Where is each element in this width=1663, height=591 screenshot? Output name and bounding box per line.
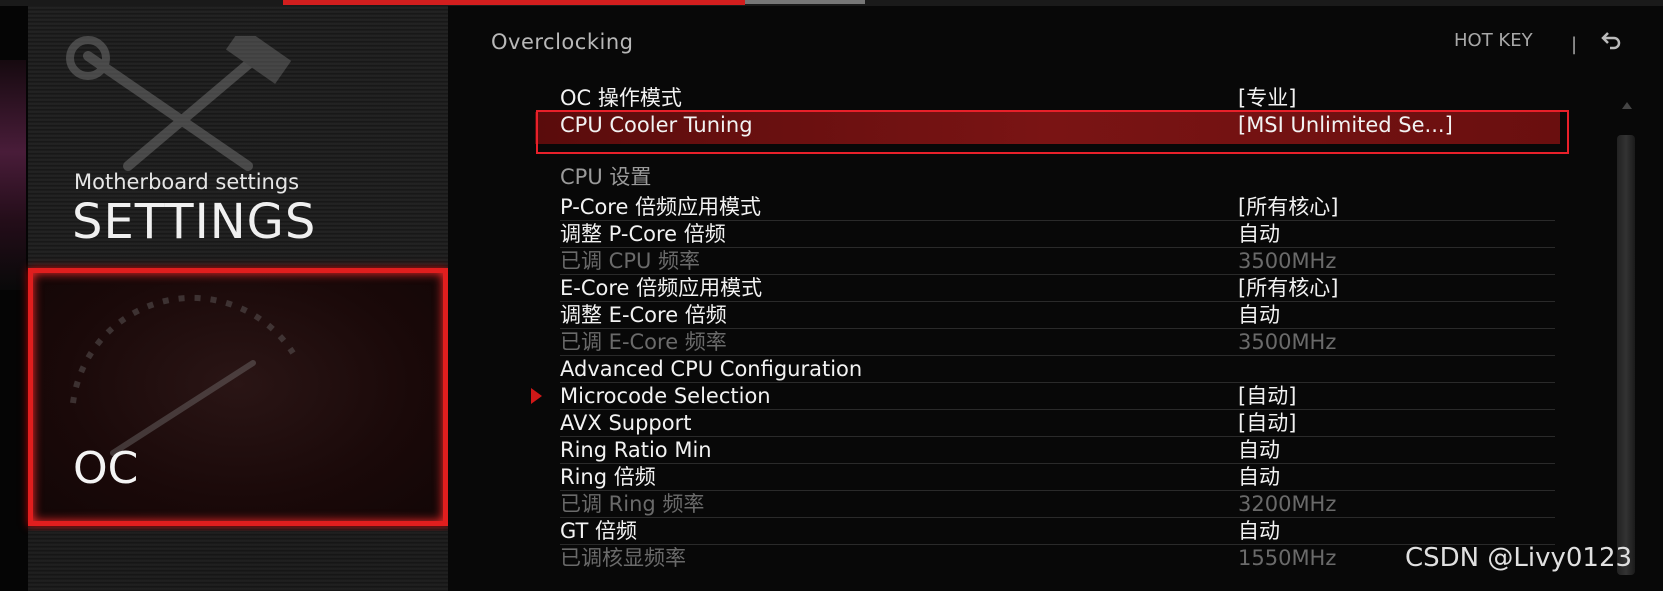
setting-value: 3500MHz [1238,330,1337,354]
setting-label: Advanced CPU Configuration [560,357,863,381]
settings-row[interactable]: GT 倍频 自动 [555,517,1555,545]
setting-label: 调整 E-Core 倍频 [560,303,727,327]
setting-value[interactable]: [专业] [1238,84,1296,112]
tools-icon [66,36,292,171]
setting-value[interactable]: [自动] [1238,382,1296,410]
setting-label: 已调 CPU 频率 [560,249,701,273]
setting-value: 3500MHz [1238,249,1337,273]
settings-row[interactable]: AVX Support [自动] [555,409,1555,437]
setting-value[interactable]: 自动 [1238,517,1280,545]
watermark: CSDN @Livy0123 [1405,543,1633,573]
setting-value: 3200MHz [1238,492,1337,516]
settings-menu-tile[interactable]: Motherboard settings SETTINGS [28,6,448,264]
setting-label: CPU Cooler Tuning [560,113,753,137]
setting-value[interactable]: 自动 [1238,463,1280,491]
back-arrow-icon[interactable] [1600,30,1622,50]
scroll-up-icon[interactable] [1622,102,1632,109]
setting-value[interactable]: [MSI Unlimited Se...] [1238,111,1453,139]
background-edge [0,60,26,290]
setting-label: Ring Ratio Min [560,438,712,462]
setting-value[interactable]: 自动 [1238,301,1280,329]
settings-row: CPU 设置 [555,163,1555,191]
setting-value: 1550MHz [1238,546,1337,570]
settings-row[interactable]: Advanced CPU Configuration [555,355,1555,383]
settings-row[interactable]: 调整 E-Core 倍频 自动 [555,301,1555,329]
hotkey-button[interactable]: HOT KEY [1454,30,1533,51]
next-menu-tile[interactable] [28,531,448,591]
settings-row: 已调 Ring 频率 3200MHz [555,490,1555,518]
setting-label: AVX Support [560,411,692,435]
settings-row[interactable]: OC 操作模式 [专业] [555,84,1555,112]
page-title: Overclocking [491,30,634,54]
setting-label: Microcode Selection [560,384,771,408]
settings-row: 已调 E-Core 频率 3500MHz [555,328,1555,356]
setting-value[interactable]: [自动] [1238,409,1296,437]
setting-label: E-Core 倍频应用模式 [560,276,763,300]
setting-label: 已调 E-Core 频率 [560,330,727,354]
setting-value[interactable]: [所有核心] [1238,274,1338,302]
setting-label: OC 操作模式 [560,86,682,110]
settings-row[interactable]: CPU Cooler Tuning [MSI Unlimited Se...] [555,111,1555,139]
active-tab-indicator[interactable] [283,0,745,5]
settings-row[interactable]: P-Core 倍频应用模式 [所有核心] [555,193,1555,221]
setting-value[interactable]: 自动 [1238,436,1280,464]
setting-label: 已调核显频率 [560,546,686,570]
setting-label: 已调 Ring 频率 [560,492,705,516]
setting-label: GT 倍频 [560,519,638,543]
setting-label: Ring 倍频 [560,465,656,489]
submenu-arrow-icon [531,388,542,404]
settings-subtitle: Motherboard settings [74,170,300,194]
setting-label: P-Core 倍频应用模式 [560,195,762,219]
scrollbar[interactable] [1617,135,1635,575]
setting-value[interactable]: 自动 [1238,220,1280,248]
settings-row[interactable]: Ring Ratio Min 自动 [555,436,1555,464]
setting-value[interactable]: [所有核心] [1238,193,1338,221]
settings-row[interactable]: Ring 倍频 自动 [555,463,1555,491]
settings-title: SETTINGS [72,194,317,250]
oc-title: OC [73,443,139,494]
inactive-tab-indicator[interactable] [745,0,865,4]
left-sidebar: Motherboard settings SETTINGS OC [28,6,448,591]
settings-row[interactable]: 调整 P-Core 倍频 自动 [555,220,1555,248]
settings-row[interactable]: E-Core 倍频应用模式 [所有核心] [555,274,1555,302]
setting-label: CPU 设置 [560,165,652,189]
settings-row[interactable]: Microcode Selection [自动] [555,382,1555,410]
header-divider: | [1571,34,1578,55]
gauge-icon [70,294,296,456]
setting-label: 调整 P-Core 倍频 [560,222,726,246]
oc-menu-tile[interactable]: OC [28,268,448,526]
settings-row: 已调 CPU 频率 3500MHz [555,247,1555,275]
